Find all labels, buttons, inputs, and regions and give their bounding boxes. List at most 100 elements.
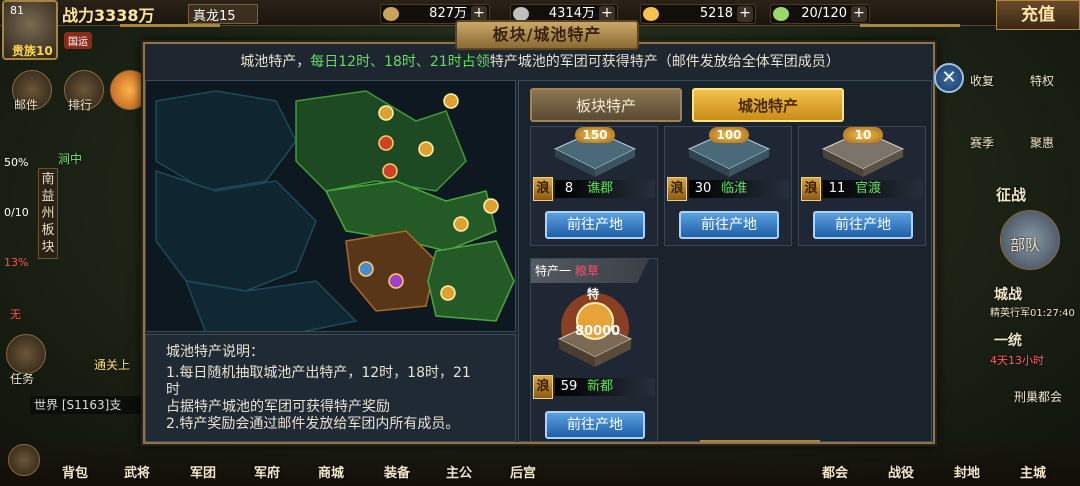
elite-timer: 精英行军01:27:40 bbox=[990, 308, 1075, 319]
player-level: 81 bbox=[10, 4, 24, 17]
guoyun-badge[interactable]: 国运 bbox=[64, 32, 92, 49]
city-info: 59 新都 bbox=[555, 378, 655, 396]
bottom-main-city[interactable]: 主城 bbox=[1020, 462, 1046, 481]
bottom-fief[interactable]: 封地 bbox=[954, 462, 980, 481]
count-badge: 100 bbox=[709, 127, 749, 143]
count-badge: 150 bbox=[575, 127, 615, 143]
juhui-label[interactable]: 聚惠 bbox=[1030, 134, 1054, 151]
close-button[interactable]: ✕ bbox=[934, 63, 964, 93]
bottom-battle[interactable]: 战役 bbox=[888, 462, 914, 481]
add-gold-button[interactable]: + bbox=[737, 6, 753, 22]
chengzhan-label[interactable]: 城战 bbox=[994, 284, 1022, 304]
ranking-label: 排行 bbox=[68, 98, 93, 112]
tab-region-specialty[interactable]: 板块特产 bbox=[530, 88, 682, 122]
bottom-legion[interactable]: 军团 bbox=[190, 462, 216, 481]
description-line-2: 时 bbox=[166, 382, 180, 398]
goto-source-button[interactable]: 前往产地 bbox=[545, 211, 645, 239]
percent-4: 无 bbox=[10, 308, 21, 321]
bottom-bag[interactable]: 背包 bbox=[62, 462, 88, 481]
description-line-3: 占据特产城池的军团可获得特产奖励 bbox=[166, 399, 390, 415]
tongguan-label: 通关上 bbox=[94, 358, 131, 372]
specialty-header-pre: 特产一 bbox=[535, 264, 575, 278]
percent-3: 13% bbox=[4, 256, 29, 269]
specialty-header: 特产一 粮草 bbox=[531, 259, 649, 283]
region-map[interactable] bbox=[145, 80, 516, 332]
goto-source-button[interactable]: 前往产地 bbox=[813, 211, 913, 239]
bottom-generals[interactable]: 武将 bbox=[124, 462, 150, 481]
capital-label[interactable]: 刑巢都会 bbox=[1014, 388, 1062, 405]
shoufu-label[interactable]: 收复 bbox=[970, 72, 994, 89]
city-name: 谯郡 bbox=[587, 181, 614, 196]
resource-gold: 5218 + bbox=[640, 4, 756, 24]
task-label: 任务 bbox=[10, 372, 35, 386]
budui-label: 部队 bbox=[1010, 236, 1041, 254]
modal-title: 板块/城池特产 bbox=[455, 20, 639, 50]
city-info: 30 临淮 bbox=[689, 180, 789, 198]
city-num: 30 bbox=[694, 181, 712, 196]
specialty-amount: 80000 bbox=[575, 324, 621, 339]
bottom-duhui[interactable]: 都会 bbox=[822, 462, 848, 481]
city-name: 新都 bbox=[587, 379, 614, 394]
bottom-bar bbox=[0, 440, 1080, 486]
city-card-3: 10 浪 11 官渡 前往产地 bbox=[798, 126, 926, 246]
stamina-icon bbox=[773, 7, 789, 21]
city-num: 8 bbox=[564, 181, 574, 196]
tequan-label[interactable]: 特权 bbox=[1030, 72, 1054, 89]
yitong-label[interactable]: 一统 bbox=[994, 330, 1022, 350]
specialty-card-grain: 特产一 粮草 特 80000 浪 59 新都 前往产地 bbox=[530, 258, 658, 442]
lang-tag: 浪 bbox=[801, 177, 821, 201]
specialty-item-name: 粮草 bbox=[574, 264, 599, 278]
zhengzhan-label[interactable]: 征战 bbox=[996, 184, 1026, 205]
lang-tag: 浪 bbox=[533, 177, 553, 201]
task-button[interactable] bbox=[6, 334, 46, 374]
bottom-junfu[interactable]: 军府 bbox=[254, 462, 280, 481]
city-info: 8 谯郡 bbox=[555, 180, 655, 198]
city-card-2: 100 浪 30 临淮 前往产地 bbox=[664, 126, 792, 246]
lang-tag: 浪 bbox=[667, 177, 687, 201]
notice-post: 特产城池的军团可获得特产（邮件发放给全体军团成员） bbox=[489, 54, 840, 70]
lang-tag: 浪 bbox=[533, 375, 553, 399]
add-stamina-button[interactable]: + bbox=[851, 6, 867, 22]
city-name: 官渡 bbox=[855, 181, 882, 196]
ornament-right bbox=[860, 24, 960, 44]
silver-icon bbox=[513, 7, 529, 21]
tab-city-specialty[interactable]: 城池特产 bbox=[692, 88, 844, 122]
bottom-equipment[interactable]: 装备 bbox=[384, 462, 410, 481]
vip-badge: 贵族10 bbox=[12, 44, 53, 58]
city-info: 11 官渡 bbox=[823, 180, 923, 198]
map-svg bbox=[146, 81, 515, 331]
percent-1: 50% bbox=[4, 156, 29, 169]
percent-2: 0/10 bbox=[4, 206, 29, 219]
power-value: 战力3338万 bbox=[62, 6, 155, 25]
description-line-4: 2.特产奖励会通过邮件发放给军团内所有成员。 bbox=[166, 416, 460, 432]
saiji-label[interactable]: 赛季 bbox=[970, 134, 994, 151]
te-label: 特 bbox=[587, 287, 600, 301]
mail-label: 邮件 bbox=[14, 98, 39, 112]
recharge-button[interactable]: 充值 bbox=[996, 0, 1080, 30]
bottom-lord[interactable]: 主公 bbox=[446, 462, 472, 481]
resource-stamina: 20/120 + bbox=[770, 4, 870, 24]
world-chat[interactable]: 世界 [S1163]支 bbox=[30, 396, 150, 414]
jianzhong-label: 涧中 bbox=[58, 152, 83, 166]
description-line-1: 1.每日随机抽取城池产出特产，12时，18时，21 bbox=[166, 365, 471, 381]
notice-pre: 城池特产， bbox=[240, 54, 311, 70]
city-num: 11 bbox=[828, 181, 846, 196]
team-name: 真龙15 bbox=[188, 4, 258, 24]
player-avatar[interactable]: 81 贵族10 bbox=[2, 0, 58, 60]
description-panel: 城池特产说明： 1.每日随机抽取城池产出特产，12时，18时，21 时 占据特产… bbox=[145, 334, 516, 442]
notice-text: 城池特产，每日12时、18时、21时占领特产城池的军团可获得特产（邮件发放给全体… bbox=[150, 50, 930, 74]
goto-source-button[interactable]: 前往产地 bbox=[679, 211, 779, 239]
goto-source-button[interactable]: 前往产地 bbox=[545, 411, 645, 439]
modal-bottom-ornament bbox=[700, 440, 820, 448]
city-name: 临淮 bbox=[721, 181, 748, 196]
count-badge: 10 bbox=[843, 127, 883, 143]
region-vertical-label: 南益州板块 bbox=[38, 168, 58, 259]
yitong-timer: 4天13小时 bbox=[990, 354, 1044, 367]
back-button[interactable] bbox=[8, 444, 40, 476]
ornament-left bbox=[120, 24, 220, 44]
gold-icon bbox=[643, 7, 659, 21]
bottom-harem[interactable]: 后宫 bbox=[510, 462, 536, 481]
city-card-1: 150 浪 8 谯郡 前往产地 bbox=[530, 126, 658, 246]
bottom-shop[interactable]: 商城 bbox=[318, 462, 344, 481]
description-title: 城池特产说明： bbox=[166, 344, 264, 360]
